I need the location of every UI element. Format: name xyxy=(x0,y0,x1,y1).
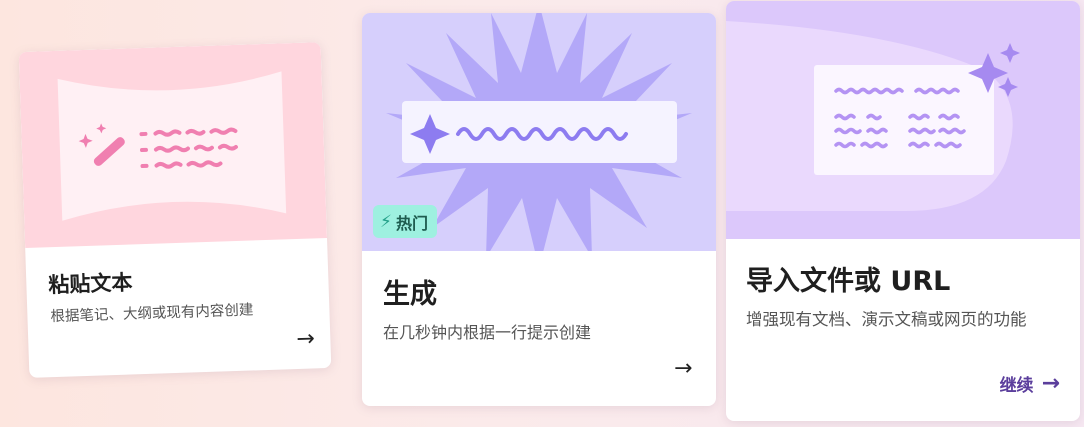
badge-label: 热门 xyxy=(395,213,428,233)
card-description: 在几秒钟内根据一行提示创建 xyxy=(383,323,592,342)
lightning-icon: ⚡ xyxy=(380,211,392,232)
card-title: 粘贴文本 xyxy=(48,270,133,298)
card-title: 导入文件或 URL xyxy=(746,266,951,297)
arrow-right-icon[interactable]: → xyxy=(674,356,692,381)
popular-badge: ⚡ 热门 xyxy=(373,205,437,238)
continue-label: 继续 xyxy=(999,376,1034,396)
continue-button[interactable]: 继续 → xyxy=(1000,371,1060,396)
arrow-right-icon: → xyxy=(1041,371,1060,396)
card-title: 生成 xyxy=(383,279,437,310)
import-illustration xyxy=(726,1,1080,239)
arrow-right-icon[interactable]: → xyxy=(296,326,315,352)
generate-card[interactable]: ⚡ 热门 生成 在几秒钟内根据一行提示创建 → xyxy=(362,13,716,406)
card-description: 根据笔记、大纲或现有内容创建 xyxy=(50,302,254,326)
card-description: 增强现有文档、演示文稿或网页的功能 xyxy=(746,310,1027,329)
import-card[interactable]: 导入文件或 URL 增强现有文档、演示文稿或网页的功能 继续 → xyxy=(726,1,1080,421)
paste-text-illustration xyxy=(18,42,328,248)
paste-text-card[interactable]: 粘贴文本 根据笔记、大纲或现有内容创建 → xyxy=(18,42,332,378)
